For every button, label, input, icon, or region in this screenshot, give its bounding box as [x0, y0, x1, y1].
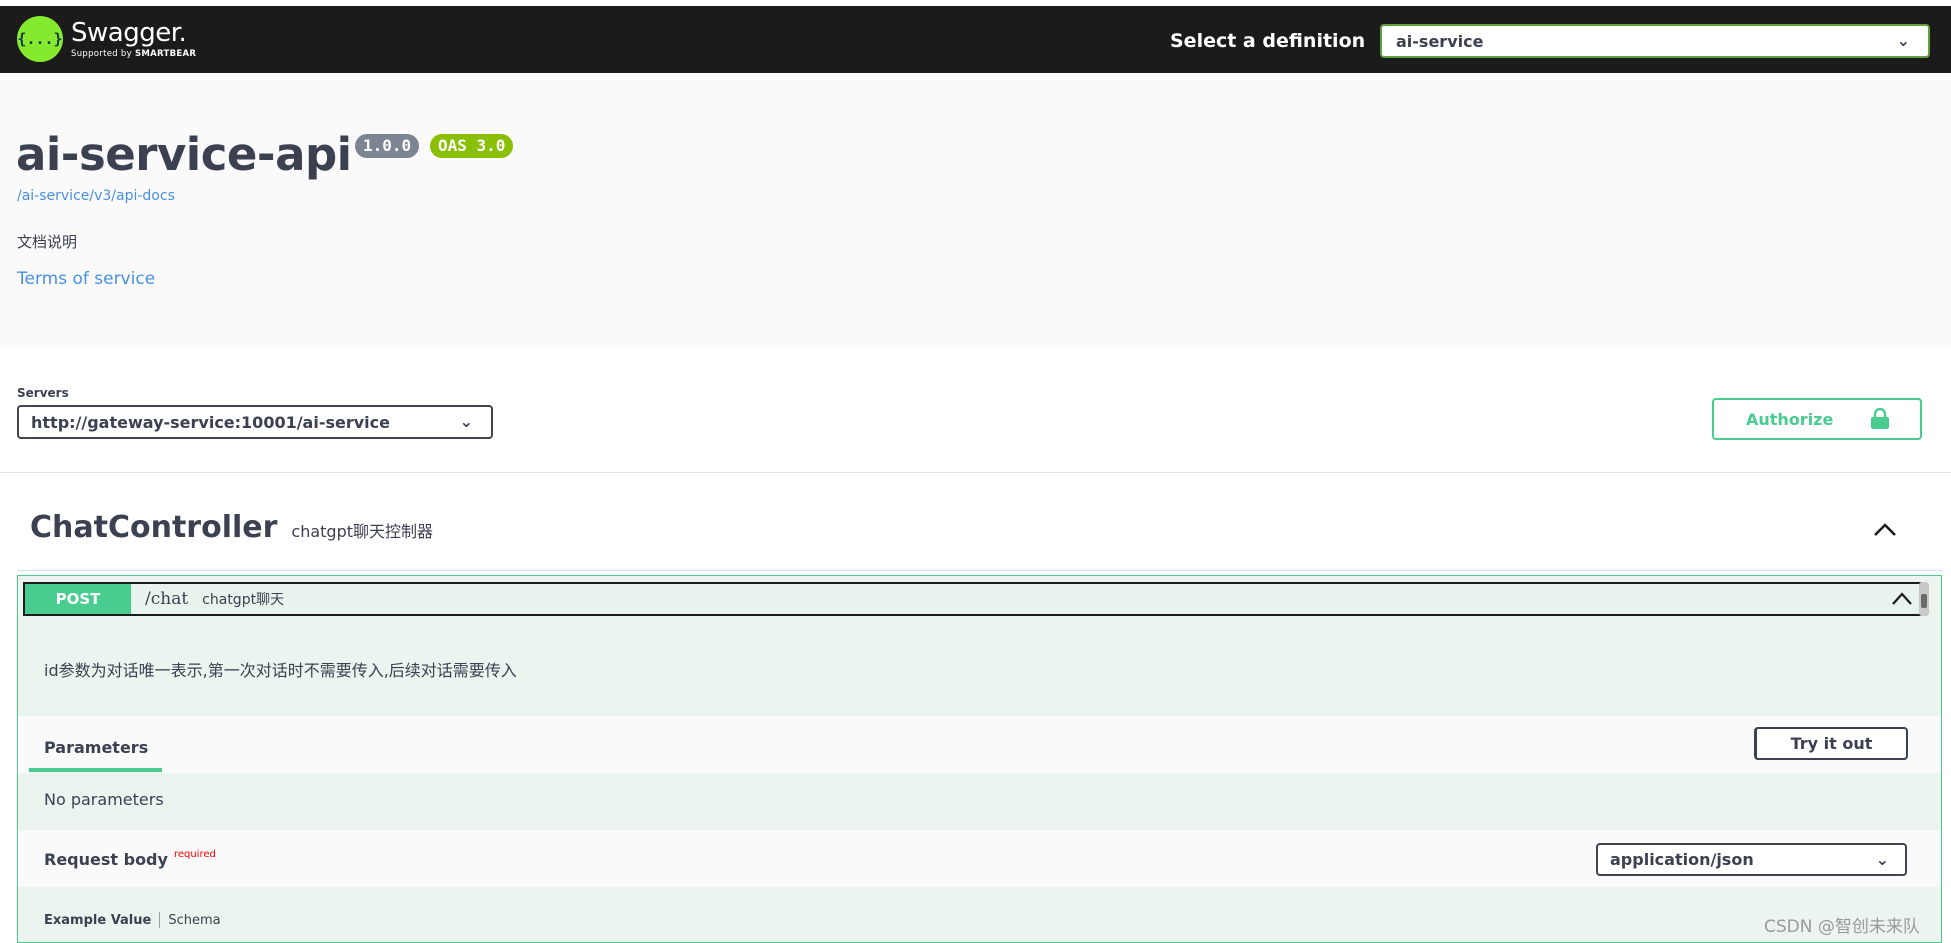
- scrollbar[interactable]: [1919, 582, 1929, 616]
- watermark: CSDN @智创未来队: [1764, 917, 1920, 937]
- swagger-logo-text: Swagger. Supported by SMARTBEAR: [71, 20, 196, 59]
- swagger-logo-icon: {...}: [17, 16, 63, 62]
- chevron-up-icon[interactable]: [1891, 589, 1913, 609]
- top-bar: {...} Swagger. Supported by SMARTBEAR Se…: [0, 6, 1951, 73]
- terms-of-service-link[interactable]: Terms of service: [17, 269, 155, 289]
- scrollbar-thumb[interactable]: [1921, 594, 1927, 608]
- servers-select[interactable]: http://gateway-service:10001/ai-service …: [17, 405, 493, 439]
- request-body-title: Request body: [44, 850, 168, 869]
- request-body-label: Request body required: [44, 849, 216, 869]
- operation-description: id参数为对话唯一表示,第一次对话时不需要传入,后续对话需要传入: [44, 661, 517, 680]
- tab-example-value[interactable]: Example Value: [44, 913, 151, 928]
- tab-schema[interactable]: Schema: [168, 913, 220, 928]
- operation-summary[interactable]: POST /chat chatgpt聊天: [23, 582, 1921, 616]
- no-parameters-text: No parameters: [44, 790, 164, 809]
- chevron-down-icon: ⌄: [1875, 850, 1889, 869]
- logo-subtitle: Supported by SMARTBEAR: [71, 50, 196, 59]
- servers-label: Servers: [17, 386, 69, 400]
- operation-summary-text: chatgpt聊天: [202, 592, 285, 608]
- authorize-label: Authorize: [1746, 409, 1834, 429]
- logo-sub-brand: SMARTBEAR: [134, 48, 197, 59]
- oas-badge: OAS 3.0: [430, 134, 514, 158]
- chevron-down-icon: ⌄: [459, 412, 473, 431]
- swagger-logo[interactable]: {...} Swagger. Supported by SMARTBEAR: [17, 16, 196, 62]
- example-tabs: Example Value Schema: [44, 912, 221, 928]
- parameters-header: Parameters Try it out: [18, 716, 1941, 773]
- logo-title: Swagger.: [71, 17, 187, 48]
- authorize-button[interactable]: Authorize: [1712, 398, 1922, 440]
- tag-header[interactable]: ChatController chatgpt聊天控制器: [30, 510, 433, 545]
- content-type-select[interactable]: application/json ⌄: [1596, 843, 1907, 876]
- chevron-up-icon[interactable]: [1870, 515, 1900, 545]
- request-body-header: Request body required application/json ⌄: [18, 830, 1941, 887]
- method-badge: POST: [25, 584, 131, 614]
- content-type-value: application/json: [1610, 850, 1754, 869]
- definition-select-value: ai-service: [1396, 31, 1484, 51]
- operation-path: /chat: [145, 589, 189, 609]
- logo-sub-prefix: Supported by: [71, 48, 135, 59]
- api-docs-link[interactable]: /ai-service/v3/api-docs: [17, 188, 175, 204]
- version-badge: 1.0.0: [355, 134, 420, 158]
- tab-parameters[interactable]: Parameters: [44, 738, 148, 757]
- servers-section: Servers http://gateway-service:10001/ai-…: [0, 348, 1951, 473]
- active-tab-indicator: [29, 768, 162, 772]
- lock-icon: [1871, 408, 1889, 429]
- tag-name: ChatController: [30, 510, 278, 545]
- definition-label: Select a definition: [1170, 30, 1366, 52]
- tag-description: chatgpt聊天控制器: [291, 522, 434, 541]
- tag-divider: [17, 570, 1942, 571]
- api-info: ai-service-api 1.0.0 OAS 3.0 /ai-service…: [0, 73, 1951, 348]
- chevron-down-icon: ⌄: [1896, 31, 1910, 50]
- servers-select-value: http://gateway-service:10001/ai-service: [31, 412, 390, 432]
- definition-select[interactable]: ai-service ⌄: [1380, 24, 1930, 58]
- operation-block: POST /chat chatgpt聊天 id参数为对话唯一表示,第一次对话时不…: [17, 575, 1942, 943]
- api-description: 文档说明: [17, 233, 78, 251]
- try-it-out-button[interactable]: Try it out: [1754, 727, 1908, 760]
- api-title: ai-service-api: [16, 128, 352, 181]
- tab-divider: [159, 912, 161, 928]
- required-marker: required: [173, 849, 216, 860]
